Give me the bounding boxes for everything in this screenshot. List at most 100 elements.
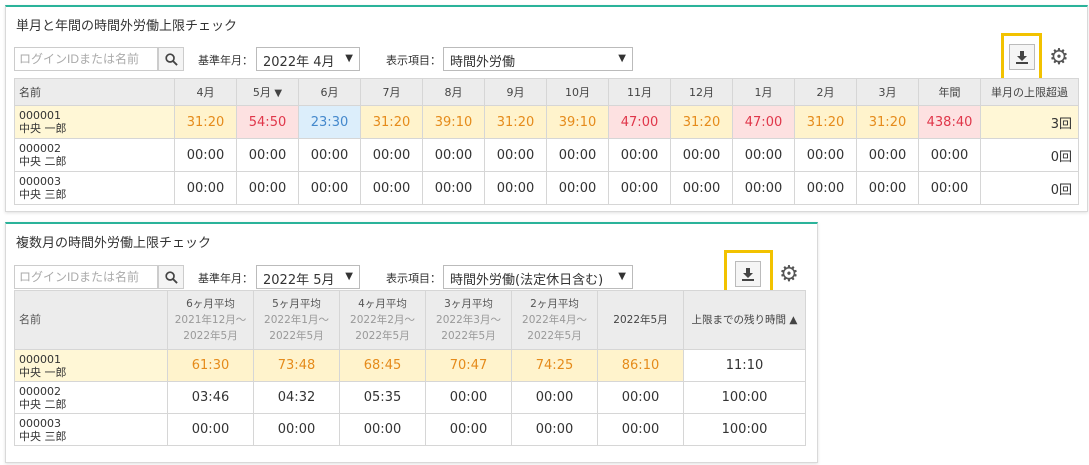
display-item-select[interactable]: 時間外労働(法定休日含む) ▼ <box>443 265 633 289</box>
value-cell: 00:00 <box>484 138 547 172</box>
base-month-select[interactable]: 2022年 4月 ▼ <box>256 47 360 71</box>
toolbar: 基準年月： 2022年 4月 ▼ 表示項目： 時間外労働 ▼ <box>14 47 1078 71</box>
column-header[interactable]: 10月 <box>546 78 609 106</box>
column-header[interactable]: 3月 <box>856 78 919 106</box>
value-cell: 00:00 <box>425 413 512 446</box>
column-header[interactable]: 4ヶ月平均 2022年2月～ 2022年5月 <box>339 290 426 350</box>
value-cell: 00:00 <box>236 138 299 172</box>
chevron-down-icon: ▼ <box>618 53 626 64</box>
gear-icon[interactable]: ⚙ <box>776 261 802 287</box>
employee-cell: 000001 中央 一郎 <box>14 349 168 382</box>
employee-name: 中央 二郎 <box>19 397 67 411</box>
column-header[interactable]: 2月 <box>794 78 857 106</box>
employee-name: 中央 三郎 <box>19 429 67 443</box>
value-cell: 00:00 <box>484 171 547 205</box>
table-row[interactable]: 000003 中央 三郎 00:00 00:00 00:00 00:00 00:0… <box>14 413 806 446</box>
column-header[interactable]: 2ヶ月平均 2022年4月～ 2022年5月 <box>511 290 598 350</box>
column-header-sorted[interactable]: 5月 ▼ <box>236 78 299 106</box>
value-cell: 04:32 <box>253 381 340 414</box>
value-cell: 74:25 <box>511 349 598 382</box>
value-cell: 31:20 <box>484 105 547 139</box>
table-row[interactable]: 000001 中央 一郎 61:30 73:48 68:45 70:47 74:2… <box>14 349 806 382</box>
column-header[interactable]: 6月 <box>298 78 361 106</box>
table-row[interactable]: 000001 中央 一郎 31:20 54:50 23:30 31:20 39:1… <box>14 105 1079 139</box>
display-item-select[interactable]: 時間外労働 ▼ <box>443 47 633 71</box>
search-button[interactable] <box>158 47 184 71</box>
value-cell: 05:35 <box>339 381 426 414</box>
value-cell: 03:46 <box>167 381 254 414</box>
gear-icon[interactable]: ⚙ <box>1046 44 1072 70</box>
multi-month-table: 名前 6ヶ月平均 2021年12月～ 2022年5月 5ヶ月平均 2022年1月～ 20… <box>14 290 806 446</box>
value-cell: 00:00 <box>167 413 254 446</box>
remaining-time-cell: 11:10 <box>683 349 806 382</box>
value-cell: 00:00 <box>174 171 237 205</box>
search-input[interactable] <box>14 265 158 289</box>
value-cell: 31:20 <box>174 105 237 139</box>
employee-name: 中央 三郎 <box>19 188 67 201</box>
toolbar: 基準年月： 2022年 5月 ▼ 表示項目： 時間外労働(法定休日含む) ▼ <box>14 265 805 289</box>
value-cell: 61:30 <box>167 349 254 382</box>
value-cell: 00:00 <box>253 413 340 446</box>
chevron-down-icon: ▼ <box>345 53 353 64</box>
column-header[interactable]: 8月 <box>422 78 485 106</box>
column-header[interactable]: 12月 <box>670 78 733 106</box>
value-cell: 31:20 <box>794 105 857 139</box>
table-header-row: 名前 6ヶ月平均 2021年12月～ 2022年5月 5ヶ月平均 2022年1月～ 20… <box>14 290 806 350</box>
value-cell: 23:30 <box>298 105 361 139</box>
column-header[interactable]: 9月 <box>484 78 547 106</box>
over-limit-count-cell: 3回 <box>980 105 1079 139</box>
single-month-table: 名前 4月 5月 ▼ 6月 7月 8月 9月 10月 11月 12月 1月 2月… <box>14 78 1079 205</box>
column-header[interactable]: 2022年5月 <box>597 290 684 350</box>
value-cell: 00:00 <box>422 138 485 172</box>
employee-cell: 000002 中央 二郎 <box>14 138 175 172</box>
column-header[interactable]: 5ヶ月平均 2022年1月～ 2022年5月 <box>253 290 340 350</box>
search-button[interactable] <box>158 265 184 289</box>
download-icon <box>742 268 754 281</box>
download-button[interactable] <box>1009 44 1035 70</box>
column-header[interactable]: 6ヶ月平均 2021年12月～ 2022年5月 <box>167 290 254 350</box>
value-cell: 00:00 <box>608 138 671 172</box>
value-cell: 47:00 <box>732 105 795 139</box>
column-header[interactable]: 年間 <box>918 78 981 106</box>
table-row[interactable]: 000002 中央 二郎 03:46 04:32 05:35 00:00 00:0… <box>14 381 806 414</box>
table-row[interactable]: 000002 中央 二郎 00:00 00:00 00:00 00:00 00:0… <box>14 138 1079 172</box>
value-cell: 00:00 <box>856 138 919 172</box>
employee-id: 000001 <box>19 352 61 366</box>
column-header-sorted[interactable]: 上限までの残り時間 ▲ <box>683 290 806 350</box>
column-header[interactable]: 名前 <box>14 78 175 106</box>
column-header[interactable]: 1月 <box>732 78 795 106</box>
multi-month-check-panel: 複数月の時間外労働上限チェック 基準年月： 2022年 5月 ▼ 表示項目： 時… <box>5 222 818 463</box>
search-icon <box>164 270 178 284</box>
value-cell: 00:00 <box>794 138 857 172</box>
table-header-row: 名前 4月 5月 ▼ 6月 7月 8月 9月 10月 11月 12月 1月 2月… <box>14 78 1079 106</box>
employee-name: 中央 二郎 <box>19 155 67 168</box>
annual-total-cell: 00:00 <box>918 138 981 172</box>
value-cell: 00:00 <box>670 138 733 172</box>
search-input[interactable] <box>14 47 158 71</box>
value-cell: 73:48 <box>253 349 340 382</box>
value-cell: 00:00 <box>597 381 684 414</box>
column-header[interactable]: 名前 <box>14 290 168 350</box>
employee-id: 000003 <box>19 175 61 188</box>
employee-cell: 000002 中央 二郎 <box>14 381 168 414</box>
download-button[interactable] <box>735 261 761 287</box>
employee-name: 中央 一郎 <box>19 122 67 135</box>
annual-total-cell: 00:00 <box>918 171 981 205</box>
column-header[interactable]: 3ヶ月平均 2022年3月～ 2022年5月 <box>425 290 512 350</box>
panel-title: 単月と年間の時間外労働上限チェック <box>16 19 238 34</box>
remaining-time-cell: 100:00 <box>683 413 806 446</box>
value-cell: 00:00 <box>174 138 237 172</box>
column-header[interactable]: 11月 <box>608 78 671 106</box>
value-cell: 00:00 <box>856 171 919 205</box>
table-row[interactable]: 000003 中央 三郎 00:00 00:00 00:00 00:00 00:0… <box>14 171 1079 205</box>
column-header[interactable]: 7月 <box>360 78 423 106</box>
value-cell: 47:00 <box>608 105 671 139</box>
column-header[interactable]: 4月 <box>174 78 237 106</box>
base-month-select[interactable]: 2022年 5月 ▼ <box>256 265 360 289</box>
employee-id: 000001 <box>19 109 61 122</box>
chevron-down-icon: ▼ <box>345 271 353 282</box>
value-cell: 00:00 <box>360 138 423 172</box>
over-limit-count-cell: 0回 <box>980 171 1079 205</box>
column-header[interactable]: 単月の上限超過 <box>980 78 1079 106</box>
value-cell: 31:20 <box>670 105 733 139</box>
